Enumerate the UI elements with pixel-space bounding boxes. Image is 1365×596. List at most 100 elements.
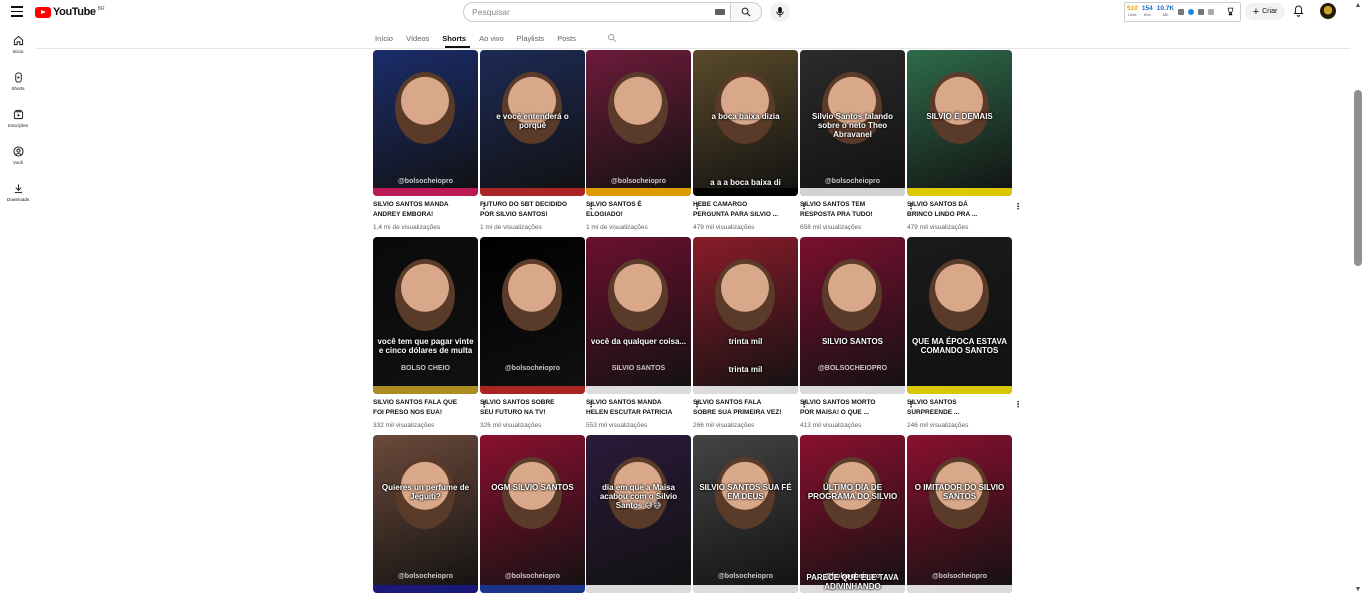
ext-status-icon[interactable] (1188, 9, 1195, 15)
stats-extension[interactable]: 510 Likes 154 60m 10.7K 48h (1124, 2, 1241, 22)
short-title[interactable]: SILVIO SANTOS É ELOGIADO! (586, 200, 678, 220)
short-title[interactable]: SILVIO SANTOS FALA QUE FOI PRESO NOS EUA! (373, 398, 465, 418)
more-actions-icon[interactable]: ⋮ (1014, 401, 1022, 409)
thumbnail-accent (586, 585, 691, 593)
short-thumbnail[interactable]: dia em que a Maisa acabou com o Silvio S… (586, 435, 691, 593)
short-view-count: 266 mil visualizações (693, 422, 755, 429)
tab-videos[interactable]: Vídeos (406, 34, 429, 43)
create-button[interactable]: + Criar (1245, 3, 1285, 20)
short-card[interactable]: SILVIO É DEMAIS SILVIO SANTOS DÁ BRINCO LI… (907, 50, 1022, 235)
microphone-icon (776, 6, 784, 18)
search-input[interactable] (472, 7, 702, 17)
thumbnail-watermark: @bolsocheiopro (717, 573, 774, 580)
short-thumbnail[interactable]: @bolsocheiopro (373, 50, 478, 196)
youtube-logo[interactable]: YouTube BR (35, 6, 105, 18)
short-card[interactable]: dia em que a Maisa acabou com o Silvio S… (586, 435, 691, 593)
voice-search-button[interactable] (770, 2, 790, 22)
short-title[interactable]: SILVIO SANTOS MANDA ANDREY EMBORA! (373, 200, 465, 220)
short-title[interactable]: SILVIO SANTOS MANDA HELEN ESCUTAR PATRICI… (586, 398, 678, 418)
short-thumbnail[interactable]: a boca baixa dizia a a a boca baixa di (693, 50, 798, 196)
short-card[interactable]: @bolsocheiopro SILVIO SANTOS SOBRE SEU FUT… (480, 237, 595, 429)
short-card[interactable]: OGM SILVIO SANTOS @bolsocheiopro (480, 435, 585, 593)
sidebar-item-downloads[interactable]: Downloads (0, 183, 36, 202)
thumbnail-watermark: @BOLSOCHEIOPRO (817, 365, 888, 372)
ext-stat-a: 510 Likes (1127, 5, 1138, 18)
more-actions-icon[interactable]: ⋮ (1014, 203, 1022, 211)
thumbnail-subject (929, 72, 989, 144)
thumbnail-watermark: @bolsocheiopro (397, 178, 454, 185)
ext-settings-icon[interactable] (1208, 9, 1215, 15)
short-title-line-1: HEBE CAMARGO (693, 201, 748, 208)
short-card[interactable]: SILVIO SANTOS SUA FÉ EM DEUS @bolsocheiop… (693, 435, 798, 593)
thumbnail-caption-secondary: a a a boca baixa di (710, 178, 781, 187)
short-thumbnail[interactable]: e você entenderá o porquê (480, 50, 585, 196)
scroll-up-arrow-icon[interactable]: ▲ (1354, 2, 1362, 10)
search-button[interactable] (731, 2, 762, 22)
tab-live[interactable]: Ao vivo (479, 34, 504, 43)
notifications-bell-icon[interactable] (1293, 5, 1304, 17)
short-title[interactable]: SILVIO SANTOS SURPREENDE ... (907, 398, 999, 418)
menu-icon[interactable] (11, 6, 23, 17)
short-title[interactable]: HEBE CAMARGO PERGUNTA PARA SILVIO ... (693, 200, 785, 220)
tab-shorts[interactable]: Shorts (442, 34, 466, 43)
short-thumbnail[interactable]: O IMITADOR DO SILVIO SANTOS @bolsocheiopr… (907, 435, 1012, 593)
short-thumbnail[interactable]: SILVIO É DEMAIS (907, 50, 1012, 196)
short-card[interactable]: e você entenderá o porquê FUTURO DO SBT D… (480, 50, 595, 235)
short-thumbnail[interactable]: ÚLTIMO DIA DE PROGRAMA DO SILVIO PARECE Q… (800, 435, 905, 593)
short-card[interactable]: Silvio Santos falando sobre o neto Theo … (800, 50, 915, 235)
short-thumbnail[interactable]: @bolsocheiopro (480, 237, 585, 394)
short-thumbnail[interactable]: @bolsocheiopro (586, 50, 691, 196)
tab-posts[interactable]: Posts (557, 34, 576, 43)
short-view-count: 326 mil visualizações (480, 422, 542, 429)
short-card[interactable]: QUE MA ÉPOCA ESTAVA COMANDO SANTOS SILVIO… (907, 237, 1022, 429)
thumbnail-accent (480, 386, 585, 394)
tab-playlists[interactable]: Playlists (517, 34, 545, 43)
short-title[interactable]: SILVIO SANTOS SOBRE SEU FUTURO NA TV! (480, 398, 572, 418)
short-title[interactable]: SILVIO SANTOS TEM RESPOSTA PRA TUDO! (800, 200, 892, 220)
short-thumbnail[interactable]: SILVIO SANTOS @BOLSOCHEIOPRO (800, 237, 905, 394)
short-card[interactable]: @bolsocheiopro SILVIO SANTOS MANDA ANDREY … (373, 50, 488, 235)
short-view-count: 479 mil visualizações (907, 224, 969, 231)
short-title[interactable]: SILVIO SANTOS DÁ BRINCO LINDO PRA ... (907, 200, 999, 220)
ext-grid-icon[interactable] (1178, 9, 1185, 15)
short-thumbnail[interactable]: OGM SILVIO SANTOS @bolsocheiopro (480, 435, 585, 593)
short-view-count: 1 mi de visualizações (480, 224, 542, 231)
short-thumbnail[interactable]: trinta mil trinta mil (693, 237, 798, 394)
scroll-down-arrow-icon[interactable]: ▼ (1354, 586, 1362, 594)
short-card[interactable]: você da qualquer coisa... SILVIO SANTOS SI… (586, 237, 701, 429)
short-card[interactable]: a boca baixa dizia a a a boca baixa di HEB… (693, 50, 808, 235)
short-thumbnail[interactable]: SILVIO SANTOS SUA FÉ EM DEUS @bolsocheiop… (693, 435, 798, 593)
sidebar-item-shorts[interactable]: Shorts (0, 72, 36, 91)
short-thumbnail[interactable]: você tem que pagar vinte e cinco dólares… (373, 237, 478, 394)
tab-home[interactable]: Início (375, 34, 393, 43)
keyboard-icon[interactable] (715, 9, 725, 15)
account-avatar[interactable] (1320, 3, 1336, 19)
ext-stat-c: 10.7K 48h (1157, 5, 1174, 18)
short-card[interactable]: @bolsocheiopro SILVIO SANTOS É ELOGIADO! 1 … (586, 50, 701, 235)
short-card[interactable]: O IMITADOR DO SILVIO SANTOS @bolsocheiopr… (907, 435, 1012, 593)
short-title[interactable]: FUTURO DO SBT DECIDIDO POR SILVIO SANTOS! (480, 200, 572, 220)
channel-search-icon[interactable] (607, 33, 617, 43)
trophy-icon[interactable] (1226, 7, 1235, 16)
short-thumbnail[interactable]: você da qualquer coisa... SILVIO SANTOS (586, 237, 691, 394)
thumbnail-watermark: @bolsocheiopro (610, 178, 667, 185)
ext-stat-a-label: Likes (1128, 13, 1137, 17)
ext-list-icon[interactable] (1198, 9, 1205, 15)
short-thumbnail[interactable]: Silvio Santos falando sobre o neto Theo … (800, 50, 905, 196)
thumbnail-caption: a boca baixa dizia (711, 112, 780, 121)
short-card[interactable]: trinta mil trinta mil SILVIO SANTOS FALA SO… (693, 237, 808, 429)
short-card[interactable]: SILVIO SANTOS @BOLSOCHEIOPRO SILVIO SANTOS… (800, 237, 915, 429)
sidebar-item-you[interactable]: Você (0, 146, 36, 165)
short-thumbnail[interactable]: QUE MA ÉPOCA ESTAVA COMANDO SANTOS (907, 237, 1012, 394)
short-title-line-2: BRINCO LINDO PRA ... (907, 211, 978, 218)
short-card[interactable]: ÚLTIMO DIA DE PROGRAMA DO SILVIO PARECE Q… (800, 435, 905, 593)
short-card[interactable]: você tem que pagar vinte e cinco dólares… (373, 237, 488, 429)
short-card[interactable]: Quieres un perfume de Jeguiti? @bolsochei… (373, 435, 478, 593)
short-thumbnail[interactable]: Quieres un perfume de Jeguiti? @bolsochei… (373, 435, 478, 593)
short-title[interactable]: SILVIO SANTOS FALA SOBRE SUA PRIMEIRA VEZ… (693, 398, 785, 418)
sidebar-item-subscriptions[interactable]: Inscrições (0, 109, 36, 128)
short-title[interactable]: SILVIO SANTOS MORTO POR MAISA! O QUE ... (800, 398, 892, 418)
short-title-line-1: SILVIO SANTOS MANDA (586, 399, 662, 406)
sidebar-item-home[interactable]: Início (0, 35, 36, 54)
scrollbar-thumb[interactable] (1354, 90, 1362, 266)
